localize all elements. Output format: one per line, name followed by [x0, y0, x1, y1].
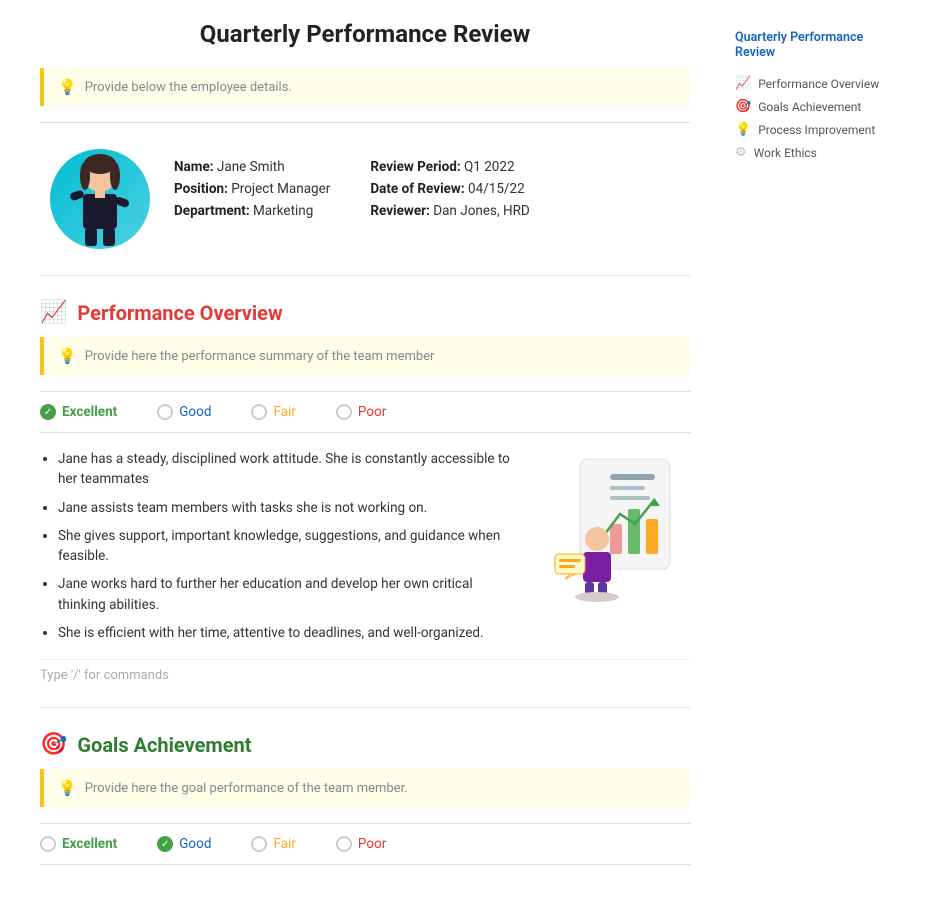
sidebar: Quarterly Performance Review 📈 Performan… — [720, 20, 920, 881]
performance-illustration — [540, 449, 690, 609]
date-of-review: Date of Review: 04/15/22 — [370, 181, 529, 197]
bullet-3: She gives support, important knowledge, … — [58, 526, 520, 567]
goals-rating-fair[interactable]: Fair — [251, 836, 295, 852]
rating-fair[interactable]: Fair — [251, 404, 295, 420]
goals-radio-poor[interactable] — [336, 836, 352, 852]
goals-poor-label: Poor — [358, 836, 386, 852]
goals-radio-fair[interactable] — [251, 836, 267, 852]
goals-excellent-label: Excellent — [62, 836, 117, 852]
employee-hint-box: 💡 Provide below the employee details. — [40, 68, 690, 106]
rating-good-label: Good — [179, 404, 211, 420]
performance-hint-text: Provide here the performance summary of … — [85, 349, 435, 364]
sidebar-item-process[interactable]: 💡 Process Improvement — [735, 118, 905, 141]
radio-excellent[interactable] — [40, 404, 56, 420]
employee-section: Name: Jane Smith Position: Project Manag… — [40, 139, 690, 259]
performance-hint-box: 💡 Provide here the performance summary o… — [40, 337, 690, 375]
sidebar-performance-label: Performance Overview — [758, 77, 879, 91]
avatar-svg — [55, 154, 145, 249]
bullet-5: She is efficient with her time, attentiv… — [58, 623, 520, 643]
goals-rating-row: Excellent Good Fair Poor — [40, 823, 690, 865]
rating-good[interactable]: Good — [157, 404, 211, 420]
goals-title: Goals Achievement — [77, 733, 251, 757]
goals-hint-text: Provide here the goal performance of the… — [85, 781, 408, 796]
performance-content: Jane has a steady, disciplined work atti… — [40, 449, 690, 651]
sidebar-performance-icon: 📈 — [735, 76, 751, 91]
bullet-2: Jane assists team members with tasks she… — [58, 498, 520, 518]
goals-good-label: Good — [179, 836, 211, 852]
radio-good[interactable] — [157, 404, 173, 420]
info-col-right: Review Period: Q1 2022 Date of Review: 0… — [370, 159, 529, 225]
divider-3 — [40, 707, 690, 708]
radio-poor[interactable] — [336, 404, 352, 420]
performance-icon: 📈 — [40, 300, 67, 325]
sidebar-item-goals[interactable]: 🎯 Goals Achievement — [735, 95, 905, 118]
goals-rating-excellent[interactable]: Excellent — [40, 836, 117, 852]
goals-section-heading: 🎯 Goals Achievement — [40, 732, 690, 757]
rating-excellent[interactable]: Excellent — [40, 404, 117, 420]
employee-info: Name: Jane Smith Position: Project Manag… — [174, 149, 690, 225]
sidebar-ethics-label: Work Ethics — [754, 146, 817, 160]
bullet-list-ul: Jane has a steady, disciplined work atti… — [40, 449, 520, 643]
performance-bullets: Jane has a steady, disciplined work atti… — [40, 449, 520, 651]
sidebar-goals-icon: 🎯 — [735, 99, 751, 114]
divider-1 — [40, 122, 690, 123]
sidebar-process-label: Process Improvement — [758, 123, 875, 137]
reviewer: Reviewer: Dan Jones, HRD — [370, 203, 529, 219]
performance-title: Performance Overview — [77, 301, 282, 325]
employee-position: Position: Project Manager — [174, 181, 330, 197]
goals-fair-label: Fair — [273, 836, 295, 852]
goals-icon: 🎯 — [40, 732, 67, 757]
avatar — [50, 149, 150, 249]
rating-poor[interactable]: Poor — [336, 404, 386, 420]
rating-fair-label: Fair — [273, 404, 295, 420]
sidebar-item-performance[interactable]: 📈 Performance Overview — [735, 72, 905, 95]
employee-hint-text: Provide below the employee details. — [85, 80, 292, 95]
bullet-1: Jane has a steady, disciplined work atti… — [58, 449, 520, 490]
employee-department: Department: Marketing — [174, 203, 330, 219]
sidebar-title: Quarterly Performance Review — [735, 30, 905, 60]
info-col-left: Name: Jane Smith Position: Project Manag… — [174, 159, 330, 225]
radio-fair[interactable] — [251, 404, 267, 420]
sidebar-goals-label: Goals Achievement — [758, 100, 861, 114]
bullet-4: Jane works hard to further her education… — [58, 574, 520, 615]
goals-hint-box: 💡 Provide here the goal performance of t… — [40, 769, 690, 807]
rating-excellent-label: Excellent — [62, 404, 117, 420]
divider-2 — [40, 275, 690, 276]
performance-section-heading: 📈 Performance Overview — [40, 300, 690, 325]
goals-hint-icon: 💡 — [58, 779, 77, 797]
goals-radio-good[interactable] — [157, 836, 173, 852]
page-title: Quarterly Performance Review — [40, 20, 690, 48]
review-period: Review Period: Q1 2022 — [370, 159, 529, 175]
goals-rating-good[interactable]: Good — [157, 836, 211, 852]
type-hint: Type '/' for commands — [40, 659, 690, 691]
sidebar-process-icon: 💡 — [735, 122, 751, 137]
illustration-svg — [545, 449, 685, 609]
performance-hint-icon: 💡 — [58, 347, 77, 365]
employee-name: Name: Jane Smith — [174, 159, 330, 175]
rating-poor-label: Poor — [358, 404, 386, 420]
goals-radio-excellent[interactable] — [40, 836, 56, 852]
goals-rating-poor[interactable]: Poor — [336, 836, 386, 852]
rating-row: Excellent Good Fair Poor — [40, 391, 690, 433]
sidebar-ethics-icon: ⚙ — [735, 145, 747, 160]
sidebar-item-ethics[interactable]: ⚙ Work Ethics — [735, 141, 905, 164]
hint-icon: 💡 — [58, 78, 77, 96]
